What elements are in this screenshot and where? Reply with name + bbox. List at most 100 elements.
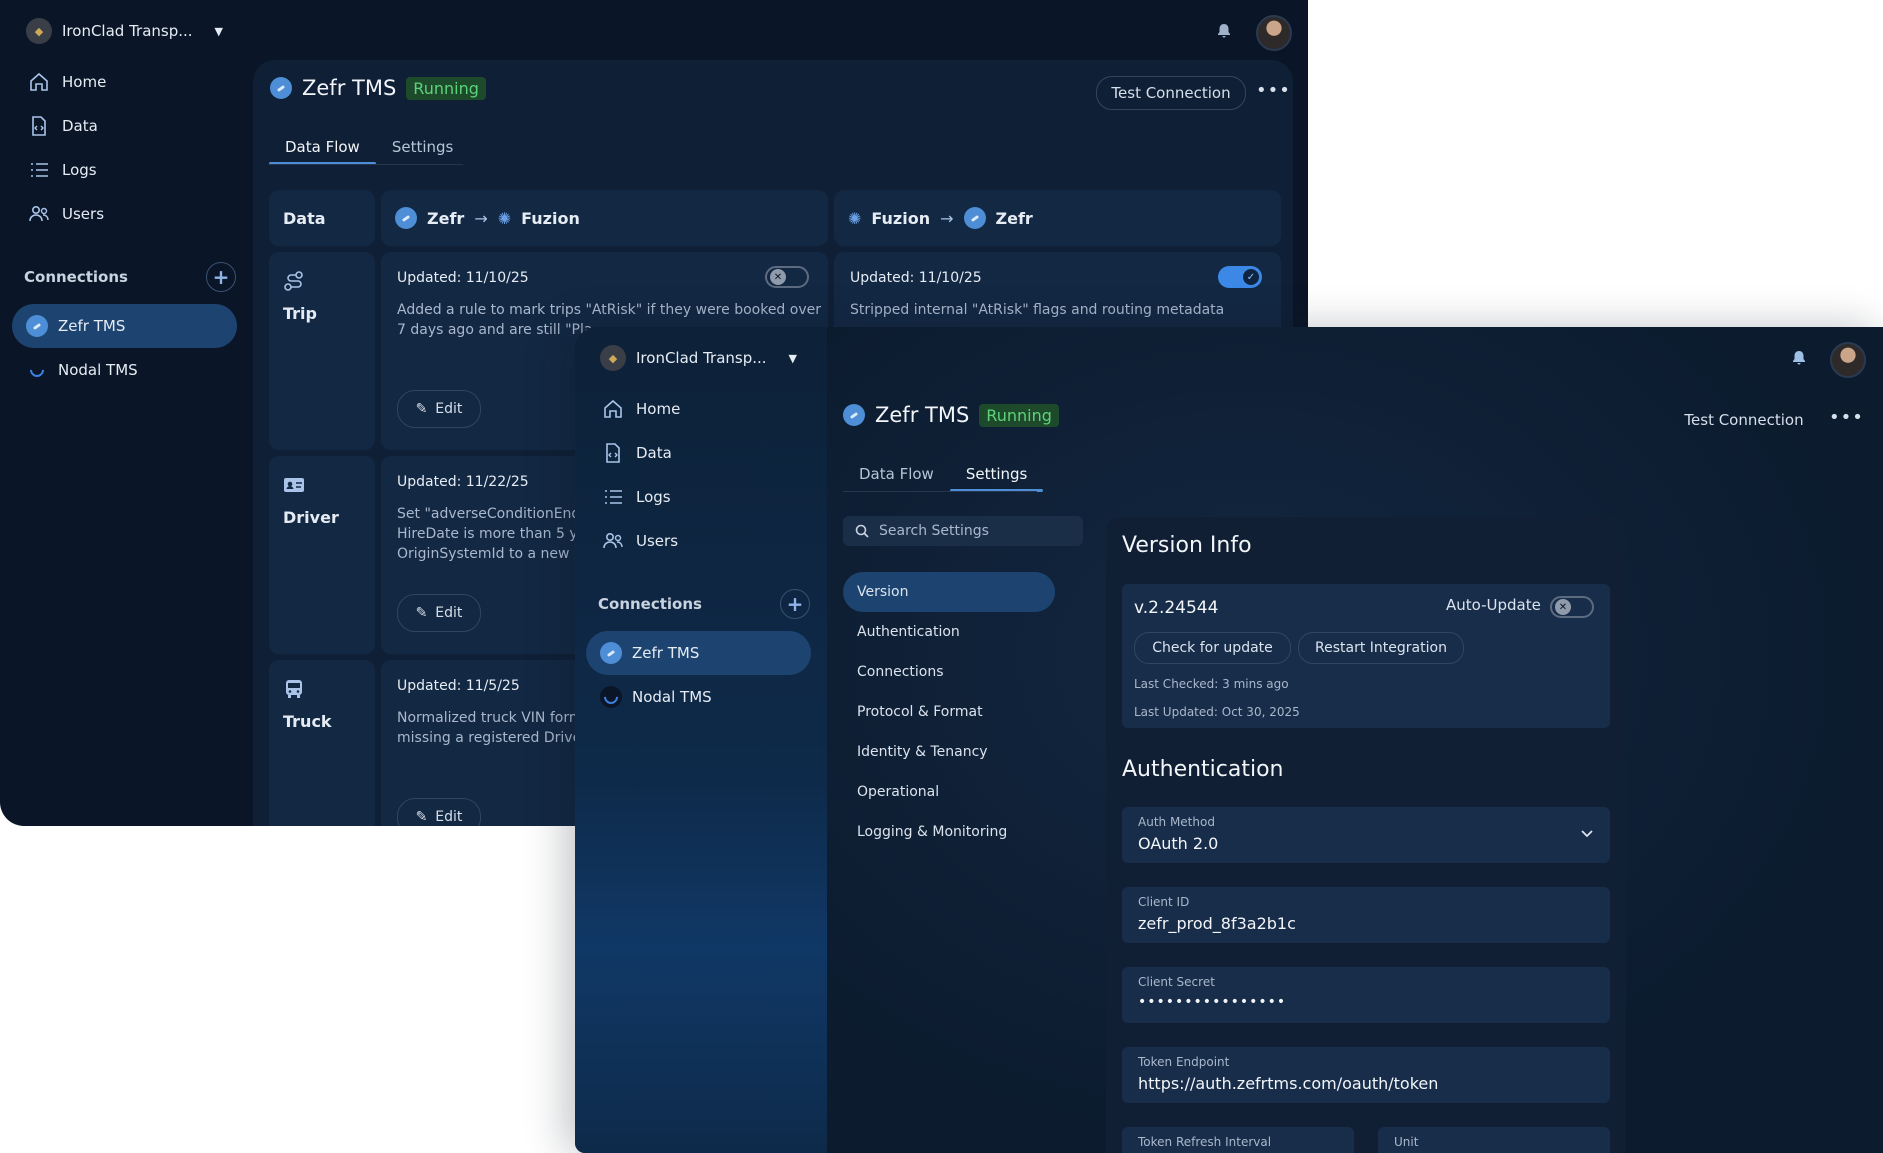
home-icon [604, 399, 622, 418]
bell-icon[interactable] [1216, 23, 1232, 39]
settings-nav-identity[interactable]: Identity & Tenancy [843, 732, 1055, 772]
sidebar-item-data[interactable]: Data [602, 431, 680, 475]
edit-button[interactable]: ✎ Edit [397, 798, 481, 826]
connection-item-nodal[interactable]: Nodal TMS [12, 348, 237, 392]
avatar[interactable] [1256, 15, 1292, 51]
rule-description: Normalized truck VIN form missing a regi… [397, 710, 583, 746]
field-label: Client Secret [1138, 975, 1215, 989]
org-switcher[interactable]: ◆ IronClad Transp... ▼ [26, 18, 223, 44]
connection-label: Zefr TMS [632, 644, 700, 662]
client-secret-field[interactable]: Client Secret •••••••••••••••• [1122, 967, 1610, 1023]
auth-method-select[interactable]: Auth Method OAuth 2.0 [1122, 807, 1610, 863]
search-settings-input[interactable]: Search Settings [843, 516, 1083, 546]
connections-header: Connections + [598, 589, 810, 619]
client-id-field[interactable]: Client ID zefr_prod_8f3a2b1c [1122, 887, 1610, 943]
org-switcher[interactable]: ◆ IronClad Transp... ▼ [600, 345, 797, 371]
more-options-icon[interactable]: ••• [1829, 407, 1864, 428]
settings-nav: Version Authentication Connections Proto… [843, 572, 1055, 852]
file-code-icon [32, 116, 46, 136]
sidebar-item-home[interactable]: Home [28, 60, 106, 104]
field-value: zefr_prod_8f3a2b1c [1138, 914, 1296, 933]
sidebar-item-logs[interactable]: Logs [602, 475, 680, 519]
settings-nav-operational[interactable]: Operational [843, 772, 1055, 812]
edit-label: Edit [435, 401, 463, 417]
more-options-icon[interactable]: ••• [1256, 80, 1291, 101]
add-connection-button[interactable]: + [780, 589, 810, 619]
add-connection-button[interactable]: + [206, 262, 236, 292]
connection-item-nodal[interactable]: Nodal TMS [586, 675, 811, 719]
row-label-driver: Driver [269, 456, 375, 654]
page-title: Zefr TMS Running [270, 76, 486, 100]
last-checked: Last Checked: 3 mins ago [1134, 677, 1289, 691]
sidebar-item-label: Data [636, 444, 672, 462]
avatar[interactable] [1830, 342, 1866, 378]
test-connection-button[interactable]: Test Connection [1096, 76, 1246, 110]
page-title: Zefr TMS Running [843, 403, 1059, 427]
connection-label: Zefr TMS [58, 317, 126, 335]
updated-date: Updated: 11/10/25 [850, 270, 982, 286]
settings-nav-connections[interactable]: Connections [843, 652, 1055, 692]
search-icon [855, 524, 869, 538]
sidebar-item-label: Home [62, 73, 107, 91]
tab-divider [269, 164, 463, 165]
sidebar-item-data[interactable]: Data [28, 104, 106, 148]
field-value: https://auth.zefrtms.com/oauth/token [1138, 1074, 1439, 1093]
nodal-logo-icon [600, 686, 622, 708]
users-icon [29, 205, 49, 222]
sidebar-item-home[interactable]: Home [602, 387, 680, 431]
token-endpoint-field[interactable]: Token Endpoint https://auth.zefrtms.com/… [1122, 1047, 1610, 1103]
bell-icon[interactable] [1791, 350, 1807, 366]
sidebar-item-logs[interactable]: Logs [28, 148, 106, 192]
home-icon [30, 72, 48, 91]
data-header-label: Data [283, 208, 326, 228]
settings-nav-authentication[interactable]: Authentication [843, 612, 1055, 652]
flow-toggle[interactable] [765, 266, 809, 288]
connection-item-zefr[interactable]: Zefr TMS [586, 631, 811, 675]
sidebar-item-users[interactable]: Users [602, 519, 680, 563]
connection-label: Nodal TMS [632, 688, 712, 706]
sidebar-item-label: Logs [62, 161, 97, 179]
connections-title: Connections [598, 595, 702, 613]
edit-label: Edit [435, 605, 463, 621]
tab-data-flow[interactable]: Data Flow [269, 130, 376, 165]
auto-update-toggle[interactable] [1550, 596, 1594, 618]
check-update-button[interactable]: Check for update [1134, 632, 1291, 664]
flow-source: Zefr [427, 208, 465, 228]
restart-integration-button[interactable]: Restart Integration [1298, 632, 1464, 664]
org-name: IronClad Transp... [62, 22, 193, 40]
edit-label: Edit [435, 809, 463, 825]
field-label: Unit [1394, 1135, 1419, 1149]
settings-nav-logging[interactable]: Logging & Monitoring [843, 812, 1055, 852]
route-icon [284, 271, 303, 291]
flow-target: Fuzion [521, 208, 580, 228]
status-badge: Running [979, 403, 1059, 427]
connection-item-zefr[interactable]: Zefr TMS [12, 304, 237, 348]
field-label: Client ID [1138, 895, 1190, 909]
tabs: Data Flow Settings [269, 130, 470, 165]
sidebar-item-label: Home [636, 400, 681, 418]
tab-settings[interactable]: Settings [949, 457, 1044, 492]
auto-update-label: Auto-Update [1446, 596, 1541, 614]
unit-select[interactable]: Unit [1378, 1127, 1610, 1153]
field-label: Auth Method [1138, 815, 1215, 829]
arrow-right-icon: → [474, 208, 488, 228]
chevron-down-icon [1581, 830, 1593, 838]
rule-description: Set "adverseConditionEnd HireDate is mor… [397, 506, 586, 562]
updated-date: Updated: 11/5/25 [397, 678, 520, 694]
edit-icon: ✎ [415, 605, 428, 621]
edit-icon: ✎ [415, 401, 428, 417]
settings-nav-protocol[interactable]: Protocol & Format [843, 692, 1055, 732]
edit-button[interactable]: ✎ Edit [397, 594, 481, 632]
edit-button[interactable]: ✎ Edit [397, 390, 481, 428]
flow-source: Fuzion [871, 208, 931, 228]
test-connection-button[interactable]: Test Connection [1669, 403, 1819, 437]
flow-toggle[interactable] [1218, 266, 1262, 288]
flow-column-header-2: ✺ Fuzion → Zefr [834, 190, 1281, 246]
tab-settings[interactable]: Settings [376, 130, 470, 164]
settings-nav-version[interactable]: Version [843, 572, 1055, 612]
connection-name: Zefr TMS [302, 76, 397, 100]
flow-column-header-1: Zefr → ✺ Fuzion [381, 190, 828, 246]
tab-data-flow[interactable]: Data Flow [843, 457, 950, 491]
token-refresh-interval-field[interactable]: Token Refresh Interval [1122, 1127, 1354, 1153]
sidebar-item-users[interactable]: Users [28, 192, 106, 236]
